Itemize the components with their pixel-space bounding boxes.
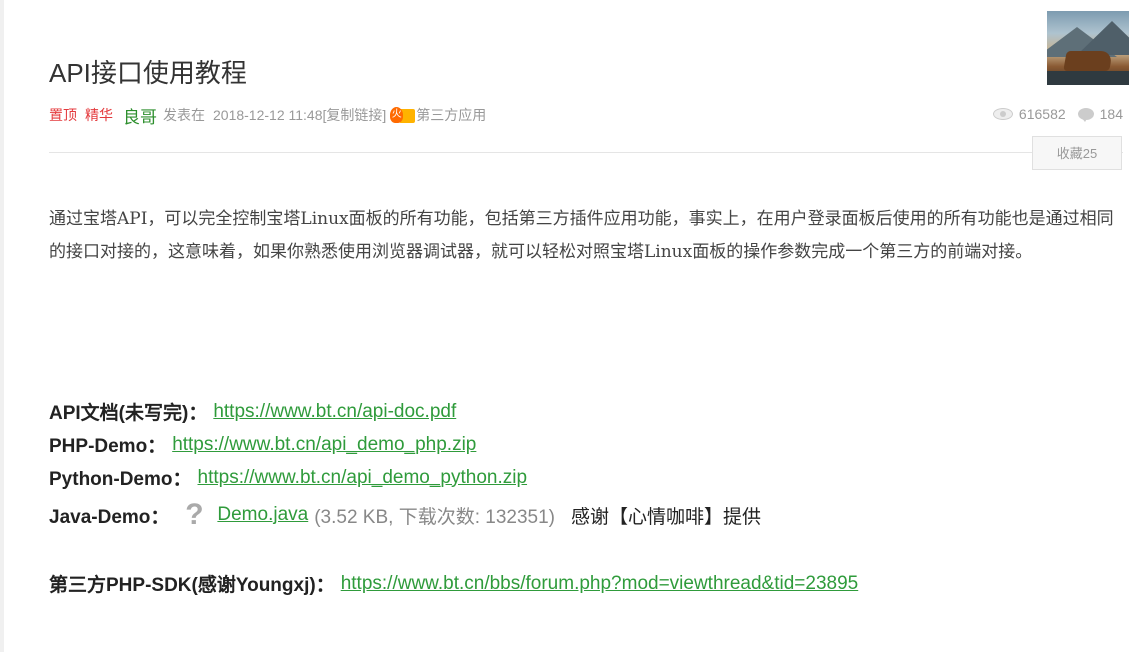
- sdk-label: 第三方PHP-SDK(感谢Youngxj)：: [49, 575, 335, 596]
- link-label: Python-Demo：: [49, 469, 192, 490]
- link-row: Python-Demo： https://www.bt.cn/api_demo_…: [49, 464, 527, 491]
- python-demo-link[interactable]: https://www.bt.cn/api_demo_python.zip: [198, 467, 528, 489]
- hot-flame-icon: 火: [390, 106, 416, 124]
- comment-icon: [1077, 108, 1094, 122]
- image-ship-wreck: [1063, 51, 1113, 71]
- reply-count: 184: [1099, 106, 1123, 122]
- category-link[interactable]: 第三方应用: [416, 105, 486, 125]
- author-link[interactable]: 良哥: [123, 103, 157, 128]
- sdk-link[interactable]: https://www.bt.cn/bbs/forum.php?mod=view…: [341, 573, 859, 595]
- favorite-button[interactable]: 收藏25: [1032, 136, 1122, 170]
- link-row: API文档(未写完)： https://www.bt.cn/api-doc.pd…: [49, 398, 456, 425]
- attachment-thanks: 感谢【心情咖啡】提供: [571, 506, 762, 528]
- php-demo-link[interactable]: https://www.bt.cn/api_demo_php.zip: [172, 434, 476, 456]
- image-water: [1047, 71, 1129, 85]
- link-row: PHP-Demo： https://www.bt.cn/api_demo_php…: [49, 431, 476, 458]
- copy-link[interactable]: [复制链接]: [323, 105, 387, 125]
- link-label: API文档(未写完)：: [49, 403, 208, 424]
- post-meta: 置顶 精华 良哥 发表在 2018-12-12 11:48 [复制链接] 火 第…: [49, 103, 486, 128]
- post-datetime: 2018-12-12 11:48: [213, 107, 323, 123]
- left-border: [0, 0, 4, 652]
- question-mark-icon[interactable]: ?: [181, 498, 207, 532]
- view-count: 616582: [1018, 106, 1066, 122]
- link-label: PHP-Demo：: [49, 436, 167, 457]
- tag-digest[interactable]: 精华: [85, 105, 113, 125]
- post-intro: 通过宝塔API，可以完全控制宝塔Linux面板的所有功能，包括第三方插件应用功能…: [49, 209, 1114, 262]
- attachment-file-link[interactable]: Demo.java: [217, 504, 308, 526]
- divider: [49, 152, 1123, 153]
- attachment-info: (3.52 KB, 下载次数: 132351): [314, 506, 555, 528]
- eye-icon: [992, 108, 1013, 120]
- attachment-label: Java-Demo：: [49, 506, 170, 528]
- api-doc-link[interactable]: https://www.bt.cn/api-doc.pdf: [213, 401, 456, 423]
- post-stats: 616582 184: [992, 106, 1123, 122]
- image-mountain: [1077, 21, 1129, 55]
- posted-label: 发表在: [163, 107, 205, 123]
- post-title: API接口使用教程: [49, 58, 247, 89]
- tag-top[interactable]: 置顶: [49, 105, 77, 125]
- author-avatar-image[interactable]: [1047, 11, 1129, 85]
- sdk-row: 第三方PHP-SDK(感谢Youngxj)： https://www.bt.cn…: [49, 570, 858, 597]
- attachment-row: Java-Demo： ? Demo.java (3.52 KB, 下载次数: 1…: [49, 498, 761, 532]
